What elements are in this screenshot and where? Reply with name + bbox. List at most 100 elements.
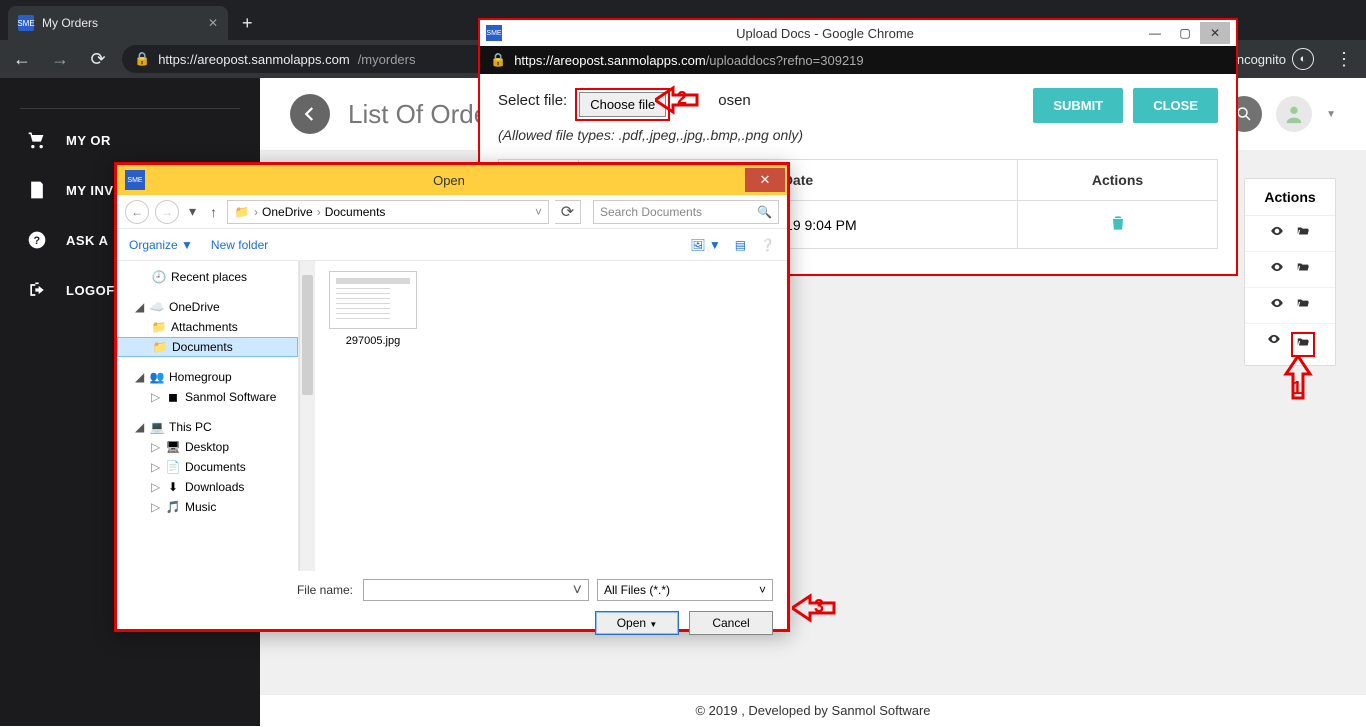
tree-desktop[interactable]: ▷🖥Desktop bbox=[117, 437, 298, 457]
nav-forward-icon: → bbox=[46, 49, 74, 70]
user-menu-caret-icon[interactable]: ▼ bbox=[1326, 109, 1336, 120]
view-mode-icon[interactable]: 🖼 ▼ bbox=[690, 238, 720, 252]
new-folder-button[interactable]: New folder bbox=[211, 238, 268, 252]
file-name-label: File name: bbox=[131, 583, 353, 597]
sidebar-label: MY OR bbox=[66, 133, 111, 148]
tree-documents-selected[interactable]: 📁Documents bbox=[117, 337, 298, 357]
nav-back-icon[interactable]: ← bbox=[125, 200, 149, 224]
eye-icon[interactable] bbox=[1265, 332, 1283, 357]
callout-1: 1 bbox=[1278, 356, 1318, 416]
submit-button[interactable]: SUBMIT bbox=[1033, 88, 1123, 123]
cell-actions bbox=[1018, 201, 1218, 249]
cart-icon bbox=[24, 129, 50, 151]
allowed-types-text: (Allowed file types: .pdf,.jpeg,.jpg,.bm… bbox=[498, 127, 1218, 143]
actions-row bbox=[1245, 288, 1335, 324]
file-open-dialog: SME Open ✕ ← → ▾ ↑ 📁 › OneDrive › Docume… bbox=[114, 162, 790, 632]
popup-url-path: /uploaddocs?refno=309219 bbox=[706, 53, 864, 68]
invoice-icon bbox=[24, 179, 50, 201]
filedlg-favicon: SME bbox=[125, 170, 145, 190]
callout-2: 2 bbox=[655, 80, 715, 120]
actions-row bbox=[1245, 216, 1335, 252]
trash-icon[interactable] bbox=[1108, 220, 1128, 236]
sidebar-item-orders[interactable]: MY OR bbox=[0, 115, 260, 165]
nav-back-icon[interactable]: ← bbox=[8, 49, 36, 70]
search-placeholder: Search Documents bbox=[600, 205, 702, 219]
folder-open-icon[interactable] bbox=[1294, 224, 1312, 243]
file-list[interactable]: 297005.jpg bbox=[315, 261, 787, 571]
sidebar-label: MY INV bbox=[66, 183, 114, 198]
popup-url-bar: 🔒 https://areopost.sanmolapps.com/upload… bbox=[480, 46, 1236, 74]
filedlg-close[interactable]: ✕ bbox=[745, 168, 785, 192]
search-icon: 🔍 bbox=[757, 205, 772, 219]
tree-recent[interactable]: 🕘Recent places bbox=[117, 267, 298, 287]
organize-menu[interactable]: Organize ▼ bbox=[129, 238, 193, 252]
folder-icon: 📁 bbox=[234, 205, 250, 219]
nav-forward-icon: → bbox=[155, 200, 179, 224]
footer: © 2019 , Developed by Sanmol Software bbox=[260, 694, 1366, 726]
tree-documents2[interactable]: ▷📄Documents bbox=[117, 457, 298, 477]
tree-thispc[interactable]: ◢💻This PC bbox=[117, 417, 298, 437]
filedlg-search[interactable]: Search Documents 🔍 bbox=[593, 200, 779, 224]
tree-sanmol[interactable]: ▷◼Sanmol Software bbox=[117, 387, 298, 407]
browser-tab[interactable]: SME My Orders ✕ bbox=[8, 6, 228, 40]
tree-attachments[interactable]: 📁Attachments bbox=[117, 317, 298, 337]
popup-maximize[interactable]: ▢ bbox=[1170, 22, 1200, 44]
avatar[interactable] bbox=[1276, 96, 1312, 132]
crumb-onedrive[interactable]: OneDrive bbox=[262, 205, 313, 219]
choose-file-button[interactable]: Choose file bbox=[579, 92, 666, 117]
url-host: https://areopost.sanmolapps.com bbox=[158, 52, 350, 67]
callout-3: 3 bbox=[792, 588, 852, 628]
tab-favicon: SME bbox=[18, 15, 34, 31]
close-button[interactable]: CLOSE bbox=[1133, 88, 1218, 123]
file-item[interactable]: 297005.jpg bbox=[325, 271, 421, 347]
back-button[interactable] bbox=[290, 94, 330, 134]
file-type-filter[interactable]: All Files (*.*)˅ bbox=[597, 579, 773, 601]
tree-downloads[interactable]: ▷⬇Downloads bbox=[117, 477, 298, 497]
file-name: 297005.jpg bbox=[325, 335, 421, 347]
tree-music[interactable]: ▷🎵Music bbox=[117, 497, 298, 517]
actions-header: Actions bbox=[1245, 179, 1335, 216]
tab-close-icon[interactable]: ✕ bbox=[208, 16, 218, 30]
nav-up-icon[interactable]: ↑ bbox=[206, 204, 221, 220]
popup-titlebar[interactable]: SME Upload Docs - Google Chrome — ▢ ✕ bbox=[480, 20, 1236, 46]
chrome-menu-icon[interactable]: ⋮ bbox=[1330, 49, 1358, 70]
folder-open-icon[interactable] bbox=[1294, 260, 1312, 279]
popup-favicon: SME bbox=[486, 25, 502, 41]
eye-icon[interactable] bbox=[1268, 260, 1286, 279]
actions-card: Actions bbox=[1244, 178, 1336, 366]
breadcrumb[interactable]: 📁 › OneDrive › Documents ˅ bbox=[227, 200, 549, 224]
crumb-documents[interactable]: Documents bbox=[325, 205, 386, 219]
folder-open-icon[interactable] bbox=[1294, 296, 1312, 315]
nav-recent-icon[interactable]: ▾ bbox=[185, 203, 200, 220]
tab-title: My Orders bbox=[42, 16, 98, 30]
tree-scrollbar[interactable] bbox=[299, 261, 315, 571]
eye-icon[interactable] bbox=[1268, 296, 1286, 315]
incognito-indicator: Incognito ◐ bbox=[1233, 48, 1314, 70]
eye-icon[interactable] bbox=[1268, 224, 1286, 243]
tree-homegroup[interactable]: ◢👥Homegroup bbox=[117, 367, 298, 387]
svg-text:?: ? bbox=[33, 235, 40, 247]
file-name-input[interactable]: ˅ bbox=[363, 579, 589, 601]
open-button[interactable]: Open ▼ bbox=[595, 611, 679, 635]
actions-row bbox=[1245, 252, 1335, 288]
refresh-icon[interactable]: ⟳ bbox=[555, 200, 581, 224]
cancel-button[interactable]: Cancel bbox=[689, 611, 773, 635]
lock-icon: 🔒 bbox=[134, 51, 150, 67]
tree-onedrive[interactable]: ◢☁️OneDrive bbox=[117, 297, 298, 317]
folder-open-highlighted[interactable] bbox=[1291, 332, 1315, 357]
new-tab-button[interactable]: + bbox=[228, 6, 267, 40]
filedlg-titlebar[interactable]: SME Open ✕ bbox=[117, 165, 787, 195]
popup-url-host: https://areopost.sanmolapps.com bbox=[514, 53, 706, 68]
preview-pane-icon[interactable]: ▤ bbox=[735, 238, 746, 252]
nav-reload-icon[interactable]: ⟳ bbox=[84, 49, 112, 70]
logout-icon bbox=[24, 279, 50, 301]
folder-tree[interactable]: 🕘Recent places ◢☁️OneDrive 📁Attachments … bbox=[117, 261, 299, 571]
sidebar-label: ASK A bbox=[66, 233, 108, 248]
popup-minimize[interactable]: — bbox=[1140, 22, 1170, 44]
col-actions: Actions bbox=[1018, 160, 1218, 201]
no-file-chosen-fragment: osen bbox=[718, 88, 751, 109]
filedlg-nav: ← → ▾ ↑ 📁 › OneDrive › Documents ˅ ⟳ Sea… bbox=[117, 195, 787, 229]
help-icon[interactable]: ❔ bbox=[760, 238, 775, 252]
popup-close[interactable]: ✕ bbox=[1200, 22, 1230, 44]
sidebar-label: LOGOF bbox=[66, 283, 115, 298]
